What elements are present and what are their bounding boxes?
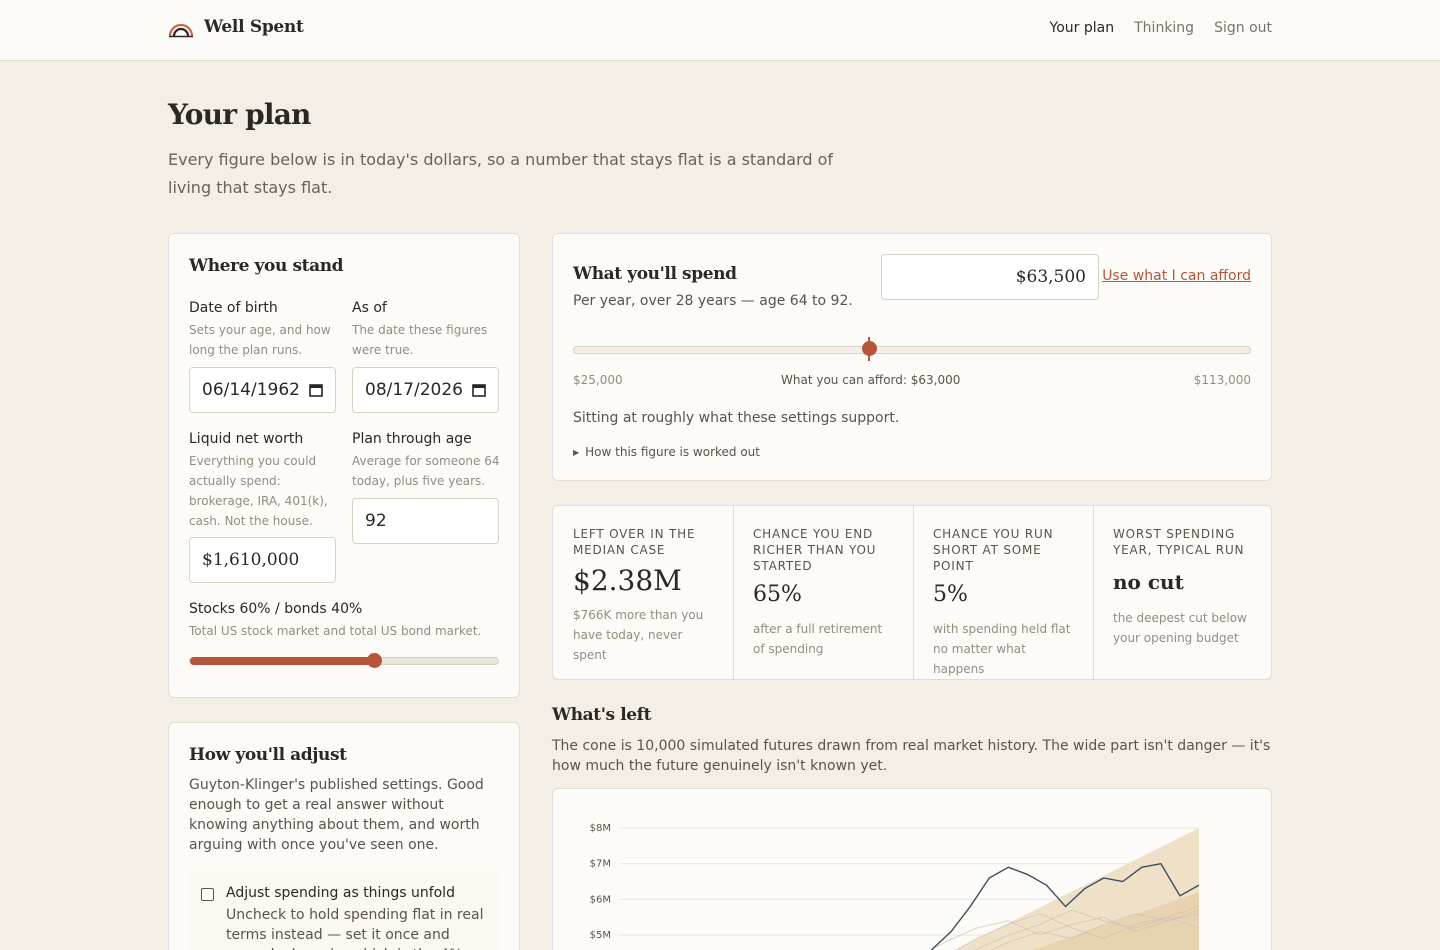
spend-subtitle: Per year, over 28 years — age 64 to 92. <box>573 293 853 309</box>
stat-note: with spending held flat no matter what h… <box>933 622 1071 676</box>
card-title: Where you stand <box>189 256 344 276</box>
spend-afford-label: What you can afford: $63,000 <box>781 373 961 387</box>
calendar-icon[interactable] <box>309 383 323 397</box>
mix-label: Stocks 60% / bonds 40% <box>189 601 363 617</box>
spend-min-label: $25,000 <box>573 373 623 387</box>
nav-thinking[interactable]: Thinking <box>1134 20 1194 36</box>
plan-age-input[interactable]: 92 <box>352 498 499 544</box>
stats-card: Left over in the median case $2.38M $766… <box>552 505 1272 680</box>
dob-input[interactable]: 06/14/1962 <box>189 367 336 413</box>
spend-details-label: How this figure is worked out <box>585 445 760 459</box>
page-title: Your plan <box>168 98 311 131</box>
networth-input[interactable]: $1,610,000 <box>189 537 336 583</box>
y-tick-label: $7M <box>590 859 611 870</box>
spend-status: Sitting at roughly what these settings s… <box>573 410 900 426</box>
whats-left-chart-card: $8M $7M $6M $5M <box>552 788 1272 950</box>
plan-age-label: Plan through age <box>352 431 472 447</box>
adjust-checkbox-label: Adjust spending as things unfold <box>226 885 455 901</box>
stat-worst-year: Worst spending year, typical run no cut … <box>1093 506 1271 679</box>
asof-value: 08/17/2026 <box>365 380 463 400</box>
caret-right-icon: ▶ <box>573 447 580 457</box>
spend-input[interactable]: $63,500 <box>881 254 1099 300</box>
y-tick-label: $8M <box>590 823 611 834</box>
wealth-cone-chart: $8M $7M $6M $5M <box>590 823 1200 950</box>
stat-value: 5% <box>933 582 968 607</box>
what-youll-spend-card: What you'll spend Per year, over 28 year… <box>552 233 1272 481</box>
adjust-description: Guyton-Klinger's published settings. Goo… <box>189 777 484 853</box>
networth-hint: Everything you could actually spend: bro… <box>189 454 328 528</box>
main-nav: Your plan Thinking Sign out <box>1050 20 1272 36</box>
y-tick-label: $5M <box>590 930 611 941</box>
how-youll-adjust-card: How you'll adjust Guyton-Klinger's publi… <box>168 722 520 950</box>
allocation-slider-thumb[interactable] <box>366 653 382 668</box>
spend-value: $63,500 <box>1015 267 1086 287</box>
stat-value: no cut <box>1113 570 1184 594</box>
rainbow-logo-icon <box>168 23 194 38</box>
dob-value: 06/14/1962 <box>202 380 300 400</box>
dob-hint: Sets your age, and how long the plan run… <box>189 323 331 357</box>
asof-hint: The date these figures were true. <box>352 323 488 357</box>
mix-hint: Total US stock market and total US bond … <box>189 624 482 638</box>
stat-note: the deepest cut below your opening budge… <box>1113 611 1247 645</box>
spend-details-toggle[interactable]: ▶ How this figure is worked out <box>573 445 760 459</box>
brand-name: Well Spent <box>204 17 304 37</box>
calendar-icon[interactable] <box>472 383 486 397</box>
stat-label: Left over in the median case <box>573 527 696 557</box>
nav-sign-out[interactable]: Sign out <box>1214 20 1272 36</box>
adjust-option[interactable]: Adjust spending as things unfold Uncheck… <box>189 871 499 950</box>
allocation-slider[interactable] <box>189 653 499 668</box>
brand[interactable]: Well Spent <box>168 16 304 38</box>
spend-max-label: $113,000 <box>1193 373 1251 387</box>
stat-end-richer: Chance you end richer than you started 6… <box>733 506 913 679</box>
where-you-stand-card: Where you stand Date of birth Sets your … <box>168 233 520 698</box>
spend-slider[interactable] <box>573 337 1251 361</box>
stat-left-over: Left over in the median case $2.38M $766… <box>553 506 733 679</box>
stat-label: Chance you run short at some point <box>933 527 1054 573</box>
allocation-slider-fill <box>190 657 375 665</box>
asof-input[interactable]: 08/17/2026 <box>352 367 499 413</box>
whats-left-description: The cone is 10,000 simulated futures dra… <box>552 738 1271 774</box>
networth-value: $1,610,000 <box>202 550 300 570</box>
stat-label: Chance you end richer than you started <box>753 527 877 573</box>
adjust-checkbox[interactable] <box>201 888 214 901</box>
networth-label: Liquid net worth <box>189 431 304 447</box>
top-bar: Well Spent Your plan Thinking Sign out <box>0 0 1440 61</box>
stat-note: $766K more than you have today, never sp… <box>573 608 704 662</box>
plan-age-hint: Average for someone 64 today, plus five … <box>352 454 500 488</box>
dob-label: Date of birth <box>189 300 278 316</box>
whats-left-title: What's left <box>552 705 652 725</box>
spend-slider-thumb[interactable] <box>861 341 877 356</box>
asof-label: As of <box>352 300 387 316</box>
page-subtitle: Every figure below is in today's dollars… <box>168 150 834 197</box>
use-what-i-can-afford-link[interactable]: Use what I can afford <box>1102 268 1251 284</box>
stat-note: after a full retirement of spending <box>753 622 883 656</box>
card-title: How you'll adjust <box>189 745 347 765</box>
adjust-checkbox-desc: Uncheck to hold spending flat in real te… <box>226 907 484 950</box>
stat-value: $2.38M <box>573 564 682 597</box>
stat-value: 65% <box>753 582 802 607</box>
stat-run-short: Chance you run short at some point 5% wi… <box>913 506 1093 679</box>
y-tick-label: $6M <box>590 894 611 905</box>
card-title: What you'll spend <box>573 264 737 284</box>
nav-your-plan[interactable]: Your plan <box>1050 20 1115 36</box>
stat-label: Worst spending year, typical run <box>1113 527 1245 557</box>
plan-age-value: 92 <box>365 511 387 531</box>
